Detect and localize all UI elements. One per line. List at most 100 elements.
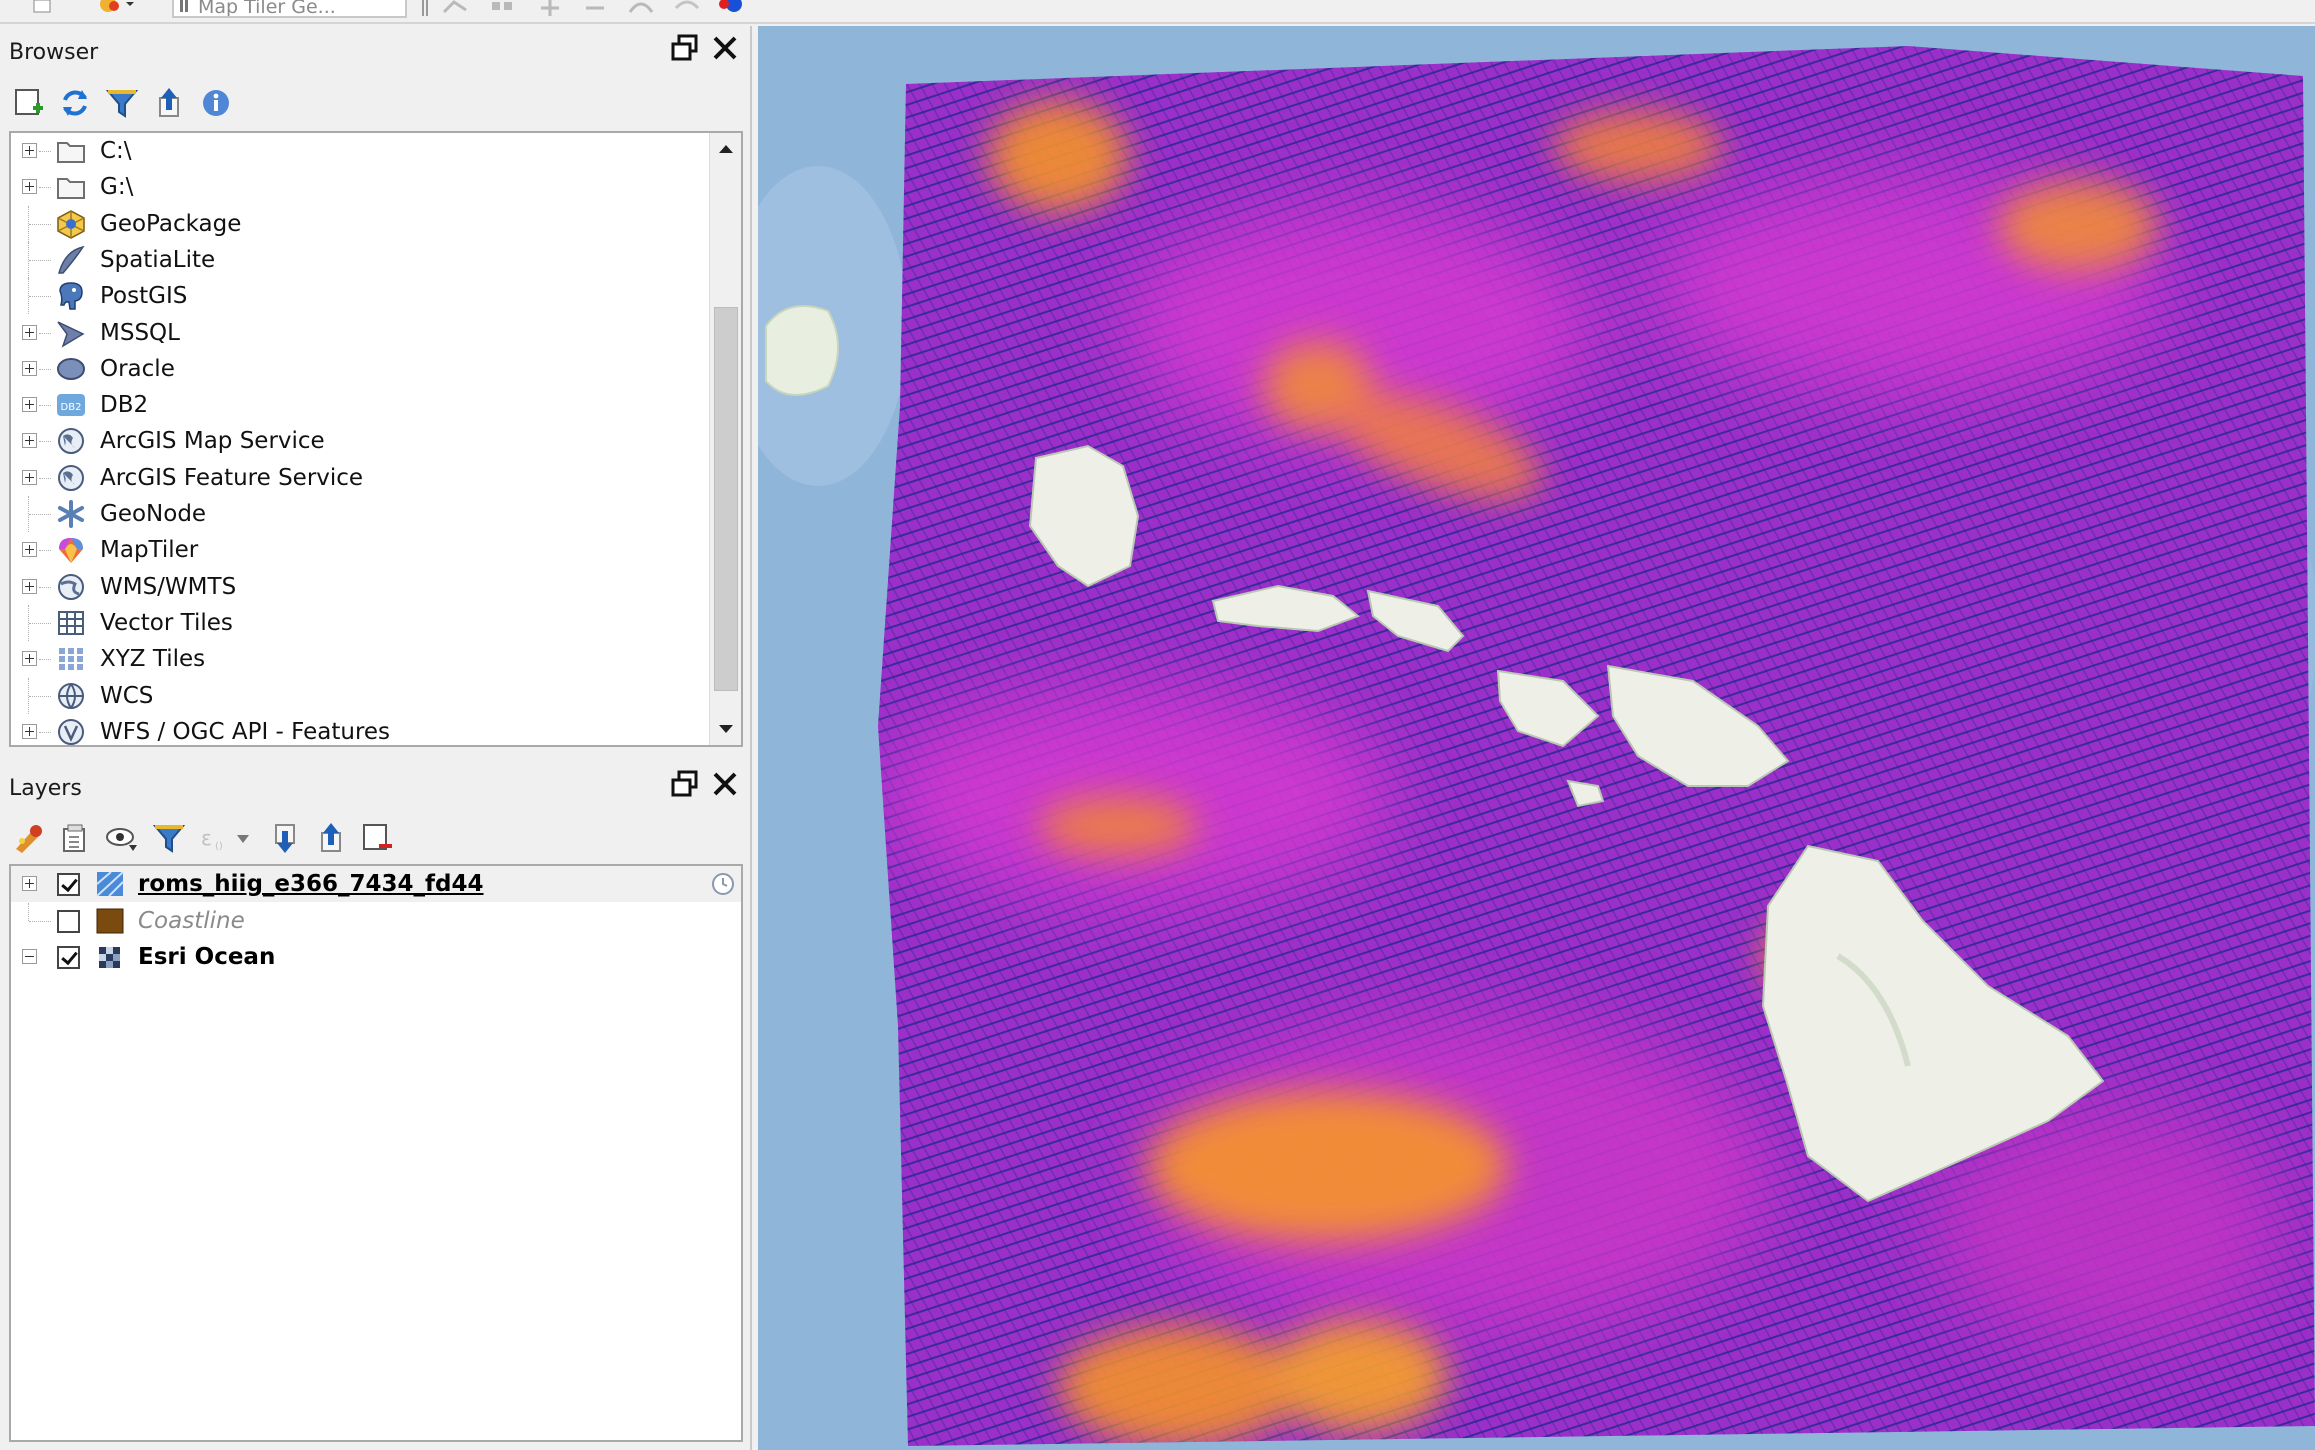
filter-icon[interactable] — [105, 86, 139, 120]
expand-plus-icon[interactable] — [22, 469, 37, 485]
collapse-all-layers-icon[interactable] — [314, 821, 348, 855]
browser-item-arcgis-feature-service[interactable]: ArcGIS Feature Service — [11, 460, 711, 496]
reshape-icon[interactable] — [626, 0, 656, 18]
remove-layer-icon[interactable] — [360, 821, 394, 855]
properties-info-icon[interactable] — [199, 86, 233, 120]
filter-legend-icon[interactable] — [152, 821, 186, 855]
map-canvas[interactable] — [758, 26, 2315, 1450]
expand-plus-icon[interactable] — [22, 433, 37, 449]
temporal-clock-icon[interactable] — [711, 872, 735, 896]
browser-item-wfs-ogc-api-features[interactable]: WFS / OGC API - Features — [11, 714, 711, 745]
add-part-icon[interactable] — [535, 0, 565, 18]
tree-connector — [39, 405, 51, 407]
scroll-up-icon[interactable] — [712, 135, 740, 163]
layer-label: Coastline — [138, 907, 245, 934]
expand-plus-icon[interactable] — [22, 324, 37, 340]
fill-swatch-icon — [95, 907, 125, 935]
new-project-icon[interactable] — [28, 0, 58, 18]
identify-info-icon[interactable] — [716, 0, 746, 18]
browser-item-label: ArcGIS Feature Service — [100, 464, 364, 491]
locator-placeholder: Map Tiler Ge... — [198, 0, 336, 18]
tree-connector — [29, 223, 51, 225]
browser-item-vector-tiles[interactable]: Vector Tiles — [11, 604, 711, 641]
tree-connector — [39, 187, 51, 189]
browser-item-label: MSSQL — [100, 319, 180, 346]
expand-plus-icon[interactable] — [22, 143, 37, 158]
expand-all-icon[interactable] — [268, 821, 302, 855]
float-layers-panel-icon[interactable] — [670, 769, 700, 799]
refresh-icon[interactable] — [58, 86, 92, 120]
layer-row-roms-hiig-e366-7434-fd44[interactable]: roms_hiig_e366_7434_fd44 — [11, 866, 741, 902]
manage-map-themes-icon[interactable] — [105, 821, 139, 855]
scroll-down-icon[interactable] — [712, 715, 740, 743]
tree-connector — [39, 151, 51, 152]
offset-curve-icon[interactable] — [672, 0, 702, 18]
tree-connector — [39, 368, 51, 370]
browser-item-postgis[interactable]: PostGIS — [11, 278, 711, 315]
open-layer-styling-icon[interactable] — [12, 821, 46, 855]
postgis-elephant-icon — [55, 281, 87, 311]
browser-item-geonode[interactable]: GeoNode — [11, 496, 711, 532]
expand-plus-icon[interactable] — [22, 397, 37, 413]
add-group-icon[interactable] — [58, 821, 92, 855]
xyz-tiles-icon — [55, 644, 87, 674]
locator-search-input[interactable]: Map Tiler Ge... — [172, 0, 407, 18]
browser-item-wms-wmts[interactable]: WMS/WMTS — [11, 569, 711, 605]
search-icon — [180, 0, 188, 12]
tree-connector — [29, 920, 51, 922]
browser-item-label: ArcGIS Map Service — [100, 428, 325, 455]
tree-connector — [39, 550, 51, 552]
expand-plus-icon[interactable] — [22, 723, 37, 739]
browser-item-wcs[interactable]: WCS — [11, 677, 711, 714]
map-render — [758, 26, 2315, 1450]
arcgis-globe-icon — [55, 426, 87, 456]
expand-plus-icon[interactable] — [22, 360, 37, 376]
close-layers-panel-icon[interactable] — [710, 769, 740, 799]
browser-item-label: PostGIS — [100, 283, 188, 310]
expand-plus-icon[interactable] — [22, 179, 37, 195]
close-panel-icon[interactable] — [710, 33, 740, 63]
layer-visibility-checkbox[interactable] — [57, 946, 80, 969]
browser-item-db2[interactable]: DB2 DB2 — [11, 387, 711, 423]
browser-item-g[interactable]: G:\ — [11, 169, 711, 205]
collapse-minus-icon[interactable] — [22, 949, 37, 964]
layer-row-esri-ocean[interactable]: Esri Ocean — [11, 939, 741, 975]
add-selected-layers-icon[interactable] — [12, 86, 46, 120]
layer-visibility-checkbox[interactable] — [57, 873, 80, 896]
wms-globe-icon — [55, 572, 87, 602]
browser-item-geopackage[interactable]: GeoPackage — [11, 205, 711, 242]
browser-item-maptiler[interactable]: MapTiler — [11, 532, 711, 568]
tree-connector — [29, 695, 51, 697]
browser-item-spatialite[interactable]: SpatiaLite — [11, 241, 711, 278]
browser-item-xyz-tiles[interactable]: XYZ Tiles — [11, 641, 711, 677]
style-manager-icon[interactable] — [96, 0, 134, 18]
float-panel-icon[interactable] — [670, 33, 700, 63]
layer-visibility-checkbox[interactable] — [57, 909, 80, 933]
spatialite-icon — [55, 245, 87, 275]
tree-connector — [29, 296, 51, 298]
browser-scrollbar[interactable] — [709, 133, 741, 745]
digitize-icon[interactable] — [440, 0, 470, 18]
browser-item-arcgis-map-service[interactable]: ArcGIS Map Service — [11, 423, 711, 459]
main-toolbar: Map Tiler Ge... — [0, 0, 2315, 24]
layer-row-coastline[interactable]: Coastline — [11, 902, 741, 939]
browser-item-label: MapTiler — [100, 537, 199, 564]
tree-connector — [39, 332, 51, 334]
browser-item-label: Oracle — [100, 355, 175, 382]
browser-item-oracle[interactable]: Oracle — [11, 351, 711, 387]
expand-plus-icon[interactable] — [22, 542, 37, 558]
filter-by-expression-icon[interactable]: ε() — [199, 821, 259, 855]
expand-plus-icon[interactable] — [22, 876, 37, 891]
collapse-all-icon[interactable] — [152, 86, 186, 120]
delete-part-icon[interactable] — [580, 0, 610, 18]
browser-item-c[interactable]: C:\ — [11, 133, 711, 169]
browser-item-mssql[interactable]: MSSQL — [11, 315, 711, 351]
mssql-icon — [55, 318, 87, 348]
expand-plus-icon[interactable] — [22, 651, 37, 667]
tree-connector — [29, 622, 51, 624]
browser-item-label: DB2 — [100, 392, 149, 419]
expand-plus-icon[interactable] — [22, 578, 37, 594]
node-tool-icon[interactable] — [488, 0, 518, 18]
tree-connector — [39, 659, 51, 661]
scroll-thumb[interactable] — [714, 307, 738, 691]
